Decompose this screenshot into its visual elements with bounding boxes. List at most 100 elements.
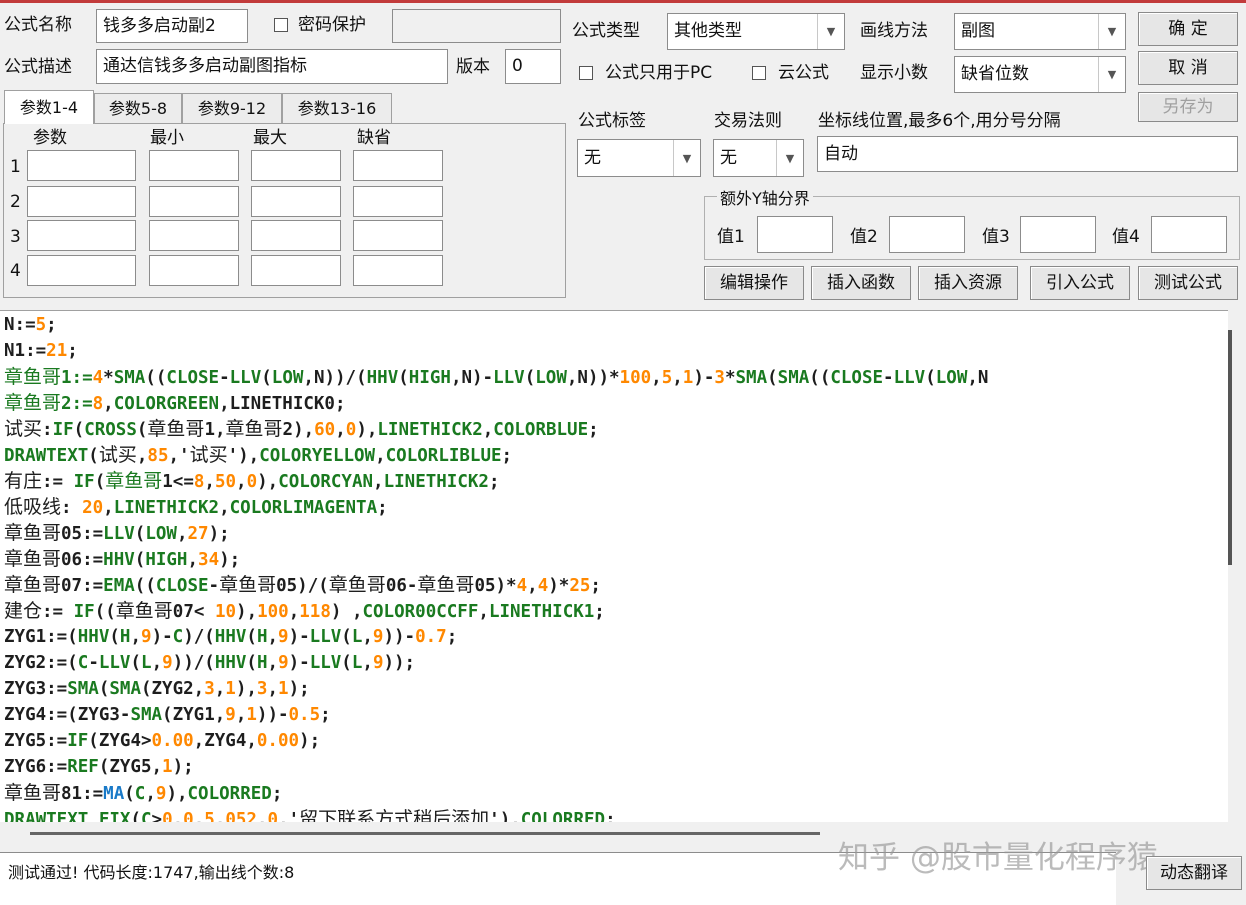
- password-checkbox[interactable]: [274, 18, 288, 32]
- code-token: LOW: [935, 368, 968, 388]
- insert-function-button[interactable]: 插入函数: [811, 266, 911, 300]
- code-line[interactable]: N1:=21;: [4, 338, 78, 364]
- code-token: 81:=: [61, 784, 104, 804]
- code-token: HHV: [77, 627, 110, 647]
- cancel-button[interactable]: 取 消: [1138, 51, 1238, 85]
- code-line[interactable]: DRAWTEXT(试买,85,'试买'),COLORYELLOW,COLORLI…: [4, 442, 512, 468]
- version-input[interactable]: 0: [505, 49, 561, 84]
- code-token: ,: [130, 627, 142, 647]
- code-token: LLV: [309, 627, 342, 647]
- tab-params-1-4[interactable]: 参数1-4: [4, 90, 94, 124]
- chevron-down-icon[interactable]: ▼: [1098, 14, 1125, 49]
- password-input[interactable]: [392, 9, 561, 43]
- code-line[interactable]: ZYG4:=(ZYG3-SMA(ZYG1,9,1))-0.5;: [4, 702, 331, 728]
- code-token: ,: [482, 420, 494, 440]
- code-line[interactable]: 试买:IF(CROSS(章鱼哥1,章鱼哥2),60,0),LINETHICK2,…: [4, 416, 599, 442]
- code-token: 20: [82, 498, 104, 518]
- y-value-3-label: 值3: [982, 227, 1010, 247]
- code-line[interactable]: 章鱼哥06:=HHV(HIGH,34);: [4, 546, 240, 572]
- cloud-formula-checkbox[interactable]: [752, 66, 766, 80]
- param-3-default-input[interactable]: [353, 220, 443, 251]
- code-line[interactable]: 章鱼哥1:=4*SMA((CLOSE-LLV(LOW,N))/(HHV(HIGH…: [4, 364, 988, 390]
- code-token: :=: [42, 472, 74, 492]
- param-3-min-input[interactable]: [149, 220, 239, 251]
- code-line[interactable]: 有庄:= IF(章鱼哥1<=8,50,0),COLORCYAN,LINETHIC…: [4, 468, 500, 494]
- code-token: 2),: [282, 420, 315, 440]
- horizontal-scrollbar-thumb[interactable]: [30, 832, 820, 835]
- code-line[interactable]: ZYG1:=(HHV(H,9)-C)/(HHV(H,9)-LLV(L,9))-0…: [4, 624, 457, 650]
- chevron-down-icon[interactable]: ▼: [673, 140, 700, 176]
- tab-params-5-8[interactable]: 参数5-8: [94, 93, 182, 123]
- code-token: ) ,: [330, 602, 363, 622]
- y-value-2-input[interactable]: [889, 216, 965, 253]
- code-line[interactable]: ZYG3:=SMA(SMA(ZYG2,3,1),3,1);: [4, 676, 310, 702]
- param-3-name-input[interactable]: [27, 220, 136, 251]
- pc-only-checkbox[interactable]: [579, 66, 593, 80]
- coord-lines-input[interactable]: 自动: [817, 136, 1238, 172]
- code-line[interactable]: 章鱼哥05:=LLV(LOW,27);: [4, 520, 230, 546]
- param-1-name-input[interactable]: [27, 150, 136, 181]
- formula-tag-select[interactable]: 无 ▼: [577, 139, 701, 177]
- code-token: SMA: [130, 705, 163, 725]
- code-token: '),: [227, 446, 260, 466]
- param-1-min-input[interactable]: [149, 150, 239, 181]
- import-formula-button[interactable]: 引入公式: [1030, 266, 1130, 300]
- code-token: ,: [145, 784, 156, 804]
- code-token: 21: [46, 341, 68, 361]
- edit-ops-button[interactable]: 编辑操作: [704, 266, 804, 300]
- trade-rule-select[interactable]: 无 ▼: [713, 139, 804, 177]
- draw-method-select[interactable]: 副图 ▼: [954, 13, 1126, 50]
- code-token: ((: [145, 368, 167, 388]
- code-line[interactable]: 建仓:= IF((章鱼哥07< 10),100,118) ,COLOR00CCF…: [4, 598, 605, 624]
- vertical-scrollbar-thumb[interactable]: [1228, 330, 1232, 565]
- param-4-name-input[interactable]: [27, 255, 136, 286]
- param-2-max-input[interactable]: [251, 186, 341, 217]
- formula-desc-input[interactable]: 通达信钱多多启动副图指标: [96, 49, 448, 84]
- param-1-default-input[interactable]: [353, 150, 443, 181]
- test-formula-button[interactable]: 测试公式: [1138, 266, 1238, 300]
- code-editor[interactable]: N:=5; N1:=21; 章鱼哥1:=4*SMA((CLOSE-LLV(LOW,N…: [0, 310, 1228, 823]
- code-line[interactable]: 章鱼哥07:=EMA((CLOSE-章鱼哥05)/(章鱼哥06-章鱼哥05)*4…: [4, 572, 601, 598]
- param-4-default-input[interactable]: [353, 255, 443, 286]
- code-token: 0: [345, 420, 357, 440]
- ok-button[interactable]: 确 定: [1138, 12, 1238, 46]
- code-token: (: [109, 627, 120, 647]
- code-line[interactable]: ZYG2:=(C-LLV(L,9))/(HHV(H,9)-LLV(L,9));: [4, 650, 415, 676]
- y-value-1-input[interactable]: [757, 216, 833, 253]
- code-token: )/(: [183, 627, 215, 647]
- y-value-4-input[interactable]: [1151, 216, 1227, 253]
- tab-params-13-16[interactable]: 参数13-16: [282, 93, 392, 123]
- tab-params-9-12[interactable]: 参数9-12: [182, 93, 282, 123]
- param-2-default-input[interactable]: [353, 186, 443, 217]
- param-4-max-input[interactable]: [251, 255, 341, 286]
- code-token: LLV: [893, 368, 926, 388]
- code-line[interactable]: ZYG6:=REF(ZYG5,1);: [4, 754, 194, 780]
- param-4-min-input[interactable]: [149, 255, 239, 286]
- save-as-button[interactable]: 另存为: [1138, 92, 1238, 122]
- code-token: ;: [320, 705, 331, 725]
- code-line[interactable]: 章鱼哥2:=8,COLORGREEN,LINETHICK0;: [4, 390, 346, 416]
- formula-type-select[interactable]: 其他类型 ▼: [667, 13, 845, 50]
- decimal-select[interactable]: 缺省位数 ▼: [954, 56, 1126, 93]
- cloud-formula-label: 云公式: [778, 63, 829, 83]
- code-token: COLORLIBLUE: [385, 446, 502, 466]
- code-line[interactable]: 章鱼哥81:=MA(C,9),COLORRED;: [4, 780, 282, 806]
- chevron-down-icon[interactable]: ▼: [817, 14, 844, 49]
- param-2-name-input[interactable]: [27, 186, 136, 217]
- param-3-max-input[interactable]: [251, 220, 341, 251]
- code-line[interactable]: N:=5;: [4, 312, 57, 338]
- code-line[interactable]: DRAWTEXT_FIX(C>0.0.5.052.0.'留下联系方式稍后添加')…: [4, 806, 616, 823]
- code-line[interactable]: 低吸线: 20,LINETHICK2,COLORLIMAGENTA;: [4, 494, 388, 520]
- code-token: ;: [67, 341, 78, 361]
- insert-resource-button[interactable]: 插入资源: [918, 266, 1018, 300]
- y-value-3-input[interactable]: [1020, 216, 1096, 253]
- dynamic-translate-button[interactable]: 动态翻译: [1146, 856, 1242, 890]
- formula-name-input[interactable]: 钱多多启动副2: [96, 9, 248, 43]
- chevron-down-icon[interactable]: ▼: [776, 140, 803, 176]
- code-token: )-: [151, 627, 173, 647]
- param-1-max-input[interactable]: [251, 150, 341, 181]
- param-2-min-input[interactable]: [149, 186, 239, 217]
- code-token: ,: [136, 446, 148, 466]
- chevron-down-icon[interactable]: ▼: [1098, 57, 1125, 92]
- code-line[interactable]: ZYG5:=IF(ZYG4>0.00,ZYG4,0.00);: [4, 728, 320, 754]
